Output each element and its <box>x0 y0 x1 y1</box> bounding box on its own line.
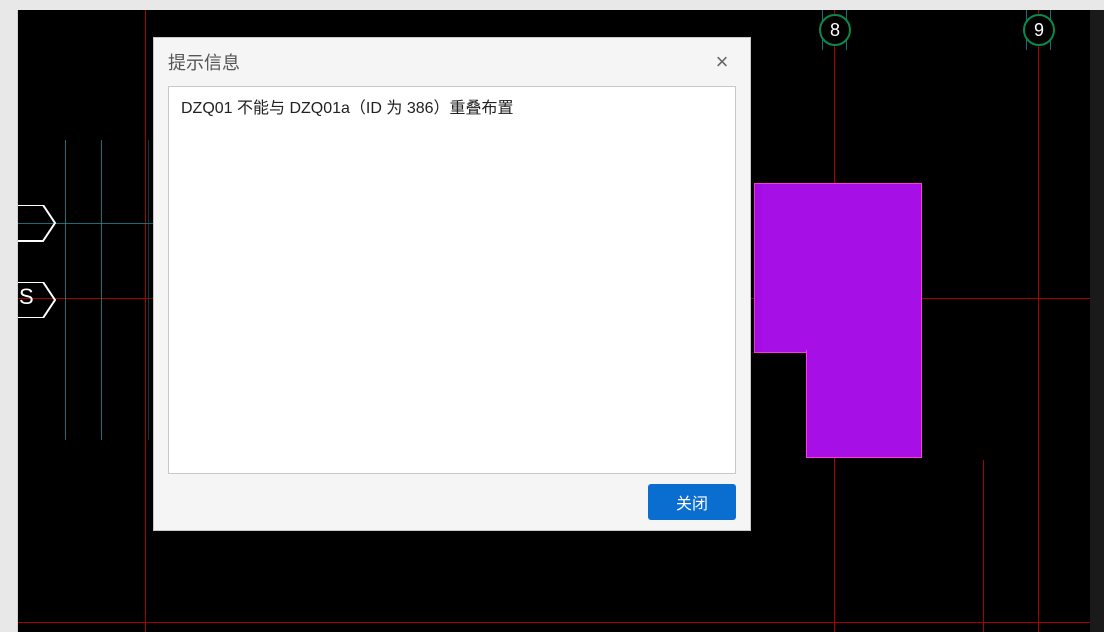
gridline-vertical <box>145 10 146 632</box>
left-toolbar-gutter <box>0 10 18 632</box>
dialog-message: DZQ01 不能与 DZQ01a（ID 为 386）重叠布置 <box>181 100 514 117</box>
partial-geometry <box>18 205 59 260</box>
highlighted-block[interactable] <box>754 183 922 353</box>
cyan-guide-vertical <box>65 140 66 440</box>
gridline-horizontal <box>18 622 1104 623</box>
close-icon[interactable]: × <box>708 48 736 76</box>
axis-bubble-9: 9 <box>1023 14 1055 46</box>
message-dialog: 提示信息 × DZQ01 不能与 DZQ01a（ID 为 386）重叠布置 关闭 <box>153 37 751 531</box>
axis-bubble-label: 9 <box>1034 20 1044 41</box>
cyan-guide-vertical <box>148 140 149 440</box>
axis-bubble-label: S <box>19 284 34 310</box>
axis-bubble-8: 8 <box>819 14 851 46</box>
dialog-body: DZQ01 不能与 DZQ01a（ID 为 386）重叠布置 <box>168 86 736 474</box>
dialog-footer: 关闭 <box>154 474 750 530</box>
axis-bubble-label: 8 <box>830 20 840 41</box>
app-chrome-top <box>0 0 1104 10</box>
cad-canvas[interactable]: 8 9 S 提示信息 × <box>18 10 1104 632</box>
vertical-scrollbar[interactable] <box>1090 10 1104 632</box>
cyan-guide-vertical <box>101 140 102 440</box>
dialog-titlebar[interactable]: 提示信息 × <box>154 38 750 86</box>
highlighted-block[interactable] <box>806 350 922 458</box>
gridline-vertical <box>1038 10 1039 632</box>
gridline-vertical-short <box>983 460 984 632</box>
main-row: 8 9 S 提示信息 × <box>0 10 1104 632</box>
dialog-title: 提示信息 <box>168 49 708 75</box>
close-button[interactable]: 关闭 <box>648 484 736 520</box>
axis-bubble-s: S <box>18 282 59 318</box>
